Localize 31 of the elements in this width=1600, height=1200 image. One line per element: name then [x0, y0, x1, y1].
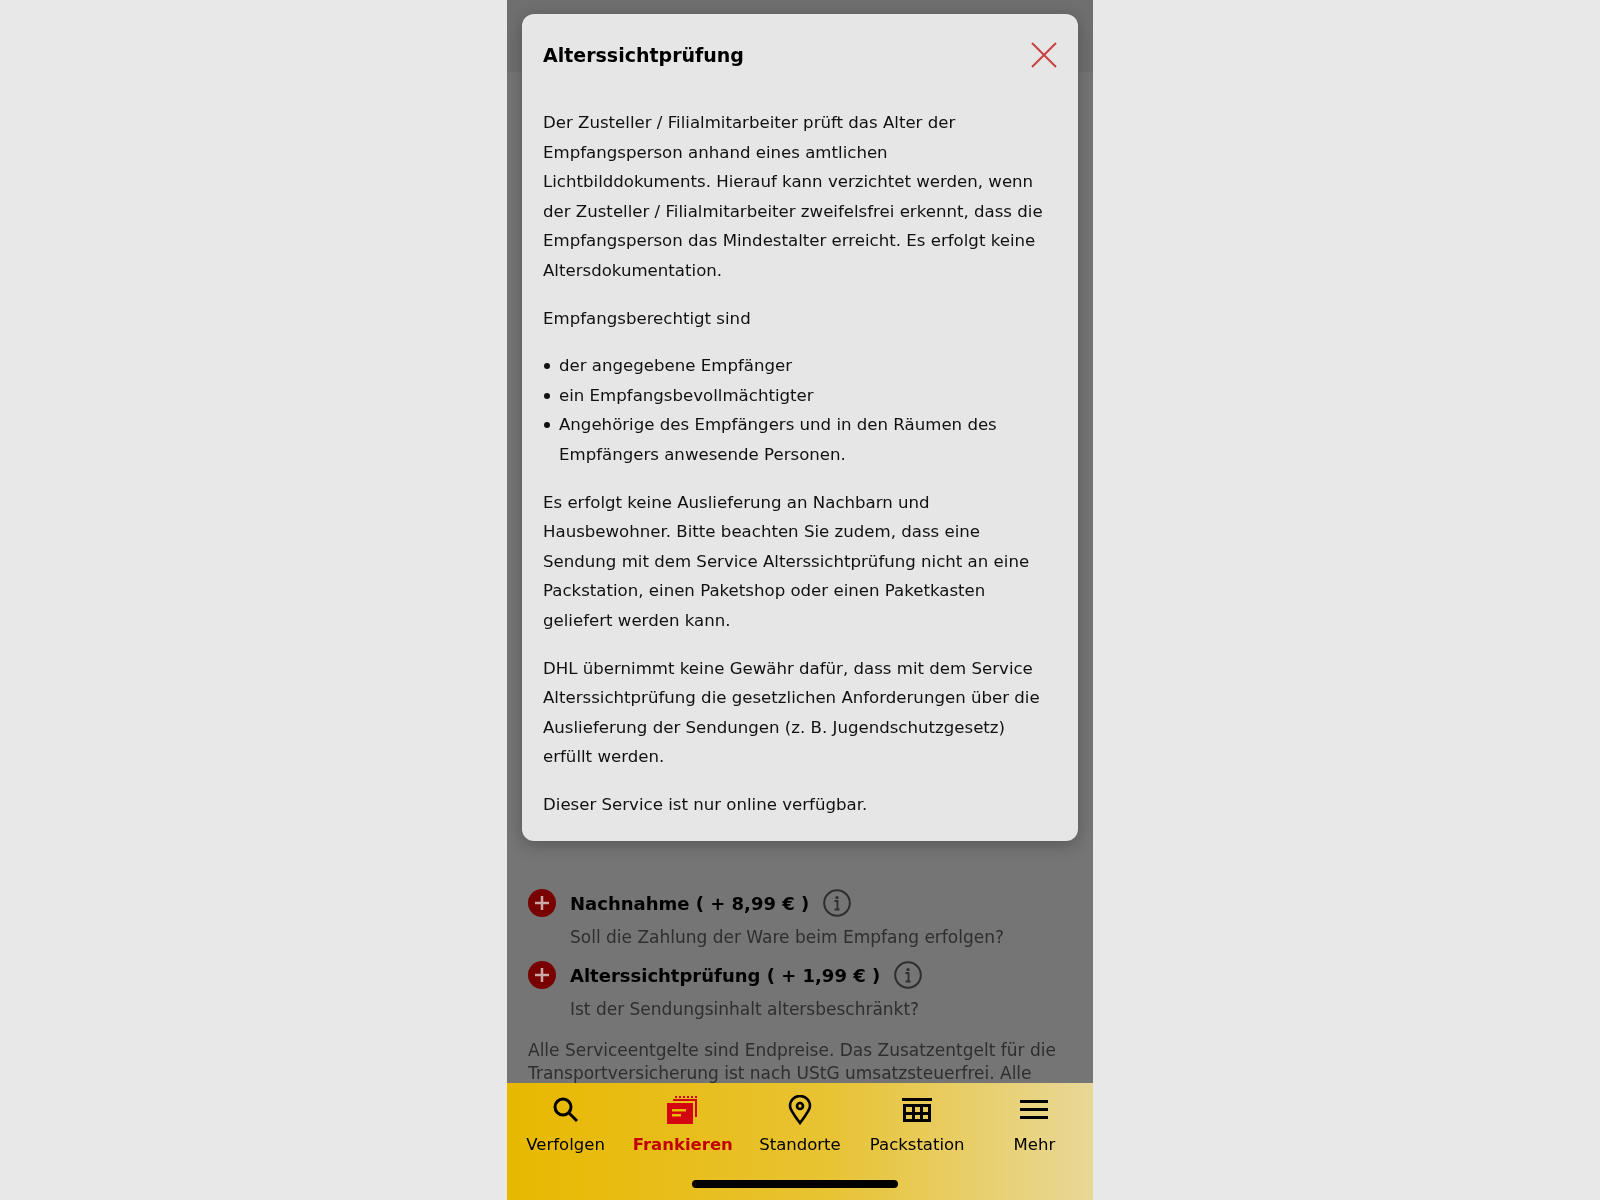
service-title: Alterssichtprüfung ( + 1,99 € )	[570, 964, 881, 986]
info-icon[interactable]	[894, 961, 923, 989]
tab-bar-item[interactable]: Mehr	[975, 1093, 1093, 1154]
dialog-title: Alterssichtprüfung	[543, 44, 744, 66]
tab-bar-item[interactable]: Standorte	[741, 1093, 859, 1154]
search-icon	[551, 1096, 580, 1124]
dialog-paragraph: Empfangsberechtigt sind	[543, 307, 752, 330]
bullet-icon	[544, 363, 550, 370]
list-item: ein Empfangsbevollmächtigter	[559, 384, 814, 407]
tab-bar-item[interactable]: Frankieren	[624, 1093, 742, 1154]
footnote-text: Alle Serviceentgelte sind Endpreise. Das Zusatzentgelt für die Transportversicherung ist nach UStG umsatzsteuerfrei. Alle	[528, 1039, 1057, 1083]
locker-grid-icon	[902, 1097, 933, 1123]
bullet-icon	[544, 422, 550, 429]
close-icon[interactable]	[1029, 40, 1059, 70]
dialog-paragraph: Der Zusteller / Filialmitarbeiter prüft das Alter der Empfangsperson anhand eines amtlichen Lichtbilddokuments. Hierauf kann verzichtet werden, wenn der Zusteller / Filialmitarbeiter zweifelsfrei erkennt, dass die Empfangsperson das Mindestalter erreicht. Es erfolgt keine Altersdokumentation.	[543, 112, 1044, 282]
tab-bar-item[interactable]: Verfolgen	[507, 1093, 625, 1154]
list-item: Angehörige des Empfängers und in den Räumen des Empfängers anwesende Personen.	[559, 414, 998, 466]
plus-icon[interactable]	[528, 961, 556, 989]
tab-bar-item[interactable]: Packstation	[858, 1093, 976, 1154]
info-icon[interactable]	[823, 889, 852, 917]
service-description: Ist der Sendungsinhalt altersbeschränkt?	[570, 999, 921, 1019]
dialog-paragraph: DHL übernimmt keine Gewähr dafür, dass mit dem Service Alterssichtprüfung die gesetzlichen Anforderungen über die Auslieferung der Sendungen (z. B. Jugendschutzgesetz) erfüllt werden.	[543, 657, 1041, 769]
service-description: Soll die Zahlung der Ware beim Empfang erfolgen?	[570, 927, 1005, 947]
bullet-icon	[544, 392, 550, 399]
plus-icon[interactable]	[528, 889, 556, 917]
list-item: der angegebene Empfänger	[559, 355, 793, 378]
menu-icon	[1020, 1099, 1049, 1121]
location-pin-icon	[788, 1095, 812, 1125]
service-title: Nachnahme ( + 8,99 € )	[570, 892, 810, 914]
dialog-paragraph: Es erfolgt keine Auslieferung an Nachbarn und Hausbewohner. Bitte beachten Sie zudem, dass eine Sendung mit dem Service Alterssichtprüfung nicht an eine Packstation, einen Paketshop oder einen Paketkasten geliefert werden kann.	[543, 491, 1031, 632]
dialog-paragraph: Dieser Service ist nur online verfügbar.	[543, 793, 869, 816]
